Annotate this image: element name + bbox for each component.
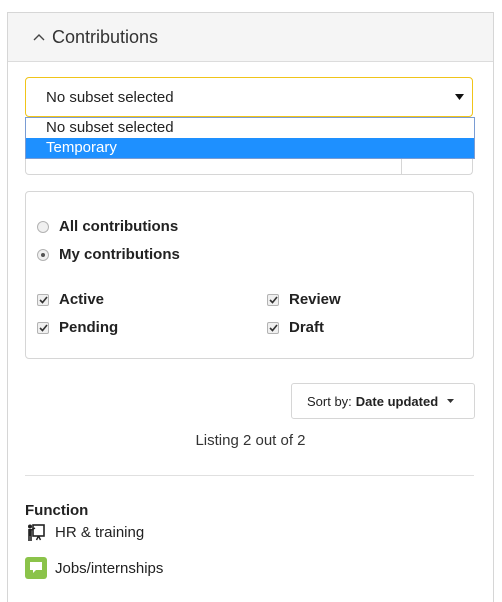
- function-item-label: HR & training: [55, 523, 145, 541]
- panel-header[interactable]: Contributions: [8, 13, 493, 62]
- checkbox[interactable]: [37, 321, 49, 334]
- dropdown-option-temporary[interactable]: Temporary: [26, 138, 474, 158]
- function-item-hr-training[interactable]: HR & training: [25, 521, 144, 543]
- checkbox[interactable]: [37, 293, 49, 306]
- check-icon: [268, 295, 278, 304]
- radio-label: My contributions: [59, 246, 180, 263]
- checkbox-label: Review: [289, 291, 341, 308]
- function-item-jobs-internships[interactable]: Jobs/internships: [25, 557, 163, 579]
- radio-button[interactable]: [37, 248, 49, 261]
- sort-dropdown-button[interactable]: Sort by: Date updated: [291, 383, 475, 419]
- checkbox[interactable]: [267, 293, 279, 306]
- radio-all-contributions[interactable]: All contributions: [37, 218, 178, 235]
- function-item-label: Jobs/internships: [55, 559, 164, 577]
- checkbox-label: Pending: [59, 319, 119, 336]
- checkbox-label: Draft: [289, 319, 325, 336]
- checkbox-review[interactable]: Review: [267, 291, 341, 308]
- sort-value: Date updated: [355, 393, 439, 409]
- panel-title: Contributions: [52, 26, 159, 47]
- checkbox-label: Active: [59, 291, 105, 308]
- check-icon: [38, 295, 48, 304]
- check-icon: [268, 323, 278, 332]
- checkbox[interactable]: [267, 321, 279, 334]
- checkbox-pending[interactable]: Pending: [37, 319, 118, 336]
- check-icon: [38, 323, 48, 332]
- filter-box: All contributions My contributions Activ…: [25, 191, 474, 359]
- checkbox-active[interactable]: Active: [37, 291, 104, 308]
- checkbox-draft[interactable]: Draft: [267, 319, 324, 336]
- subset-dropdown-list: No subset selected Temporary: [25, 117, 475, 159]
- divider: [25, 475, 474, 476]
- hr-training-icon: [25, 521, 47, 543]
- subset-select[interactable]: No subset selected: [25, 77, 473, 117]
- caret-down-icon: [454, 92, 464, 102]
- dropdown-option-no-subset[interactable]: No subset selected: [26, 118, 474, 138]
- chevron-up-icon[interactable]: [28, 26, 50, 48]
- contributions-panel: Contributions No subset selected No subs…: [7, 12, 494, 602]
- listing-count: Listing 2 out of 2: [195, 432, 306, 449]
- radio-label: All contributions: [59, 218, 179, 235]
- caret-down-icon: [447, 397, 455, 405]
- radio-my-contributions[interactable]: My contributions: [37, 246, 180, 263]
- radio-button[interactable]: [37, 220, 49, 233]
- subset-select-value: No subset selected: [46, 88, 174, 106]
- function-title: Function: [25, 502, 89, 519]
- speech-bubble-icon: [25, 557, 47, 579]
- sort-prefix: Sort by:: [307, 393, 352, 409]
